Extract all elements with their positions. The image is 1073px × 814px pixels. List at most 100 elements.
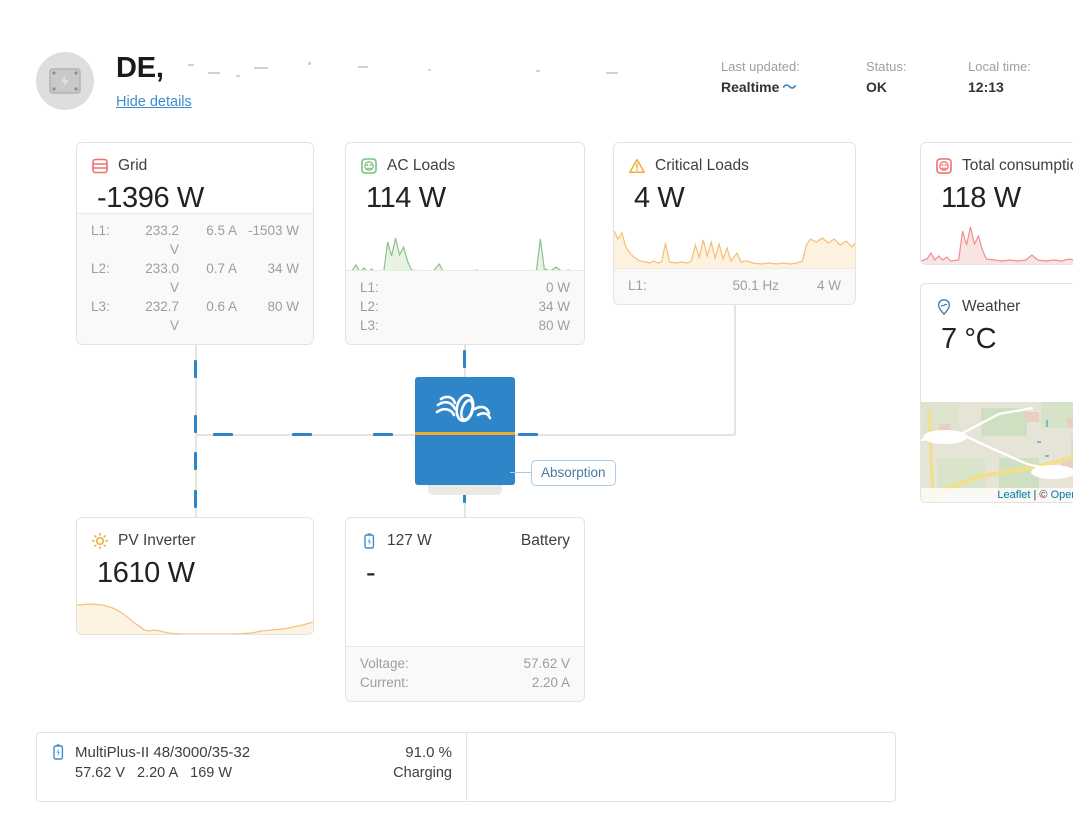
flow-grid-1 [194, 360, 197, 378]
page-header: DE, Hide details Last updated: Realtime 〜… [0, 0, 1073, 130]
card-weather-title: Weather [962, 298, 1021, 315]
avatar [36, 52, 94, 110]
card-critical-loads[interactable]: Critical Loads 4 W L1: 50.1 Hz 4 W [613, 142, 856, 305]
phase-voltage: 233.0 V [145, 261, 179, 295]
table-row: L2: 233.0 V 0.7 A 34 W [91, 259, 299, 297]
flow-bus-4 [518, 433, 538, 436]
hide-details-link[interactable]: Hide details [116, 94, 192, 110]
inverter-base [428, 485, 502, 495]
card-total-consumption[interactable]: Total consumption 118 W [920, 142, 1073, 265]
phase-current: 0.7 A [206, 261, 237, 276]
card-grid[interactable]: Grid -1396 W L1: 233.2 V 6.5 A -1503 W L… [76, 142, 314, 345]
device-soc: 91.0 % [405, 743, 452, 761]
card-battery-power: 127 W [387, 532, 432, 549]
dashboard-root: DE, Hide details Last updated: Realtime 〜… [0, 0, 1073, 814]
weather-pin-icon [935, 298, 953, 316]
table-row: L2: 34 W [360, 297, 570, 316]
flow-bus-2 [292, 433, 312, 436]
table-row: L3: 232.7 V 0.6 A 80 W [91, 297, 299, 335]
card-ac-loads[interactable]: AC Loads 114 W L1: 0 W L2: 34 W L3: 80 W [345, 142, 585, 345]
table-row: Current: 2.20 A [360, 673, 570, 692]
card-weather-value: 7 °C [941, 323, 997, 355]
card-critical-loads-phases: L1: 50.1 Hz 4 W [614, 268, 855, 304]
battery-voltage-value: 57.62 V [523, 656, 570, 671]
card-critical-loads-title: Critical Loads [655, 157, 749, 174]
phase-power: 80 W [267, 299, 299, 314]
card-critical-loads-sparkline [614, 223, 855, 273]
card-weather[interactable]: Weather 7 °C Leaflet | © Ope [920, 283, 1073, 503]
openstreetmap-link[interactable]: OpenStreetM [1051, 489, 1073, 501]
leaflet-link[interactable]: Leaflet [997, 489, 1030, 501]
grid-icon [91, 157, 109, 175]
card-total-consumption-sparkline [921, 225, 1073, 264]
battery-current-value: 2.20 A [531, 675, 570, 690]
device-row-multiplus[interactable]: MultiPlus-II 48/3000/35-32 91.0 % 57.62 … [37, 733, 466, 801]
phase-power: 4 W [816, 278, 841, 293]
flow-pv-1 [194, 452, 197, 470]
phase-label: L2: [360, 299, 379, 314]
device-row-primary: MultiPlus-II 48/3000/35-32 91.0 % [49, 743, 452, 761]
card-ac-loads-title: AC Loads [387, 157, 456, 174]
inverter-device[interactable] [415, 377, 515, 485]
flow-grid-2 [194, 415, 197, 433]
flow-pv-2 [194, 490, 197, 508]
device-status: Charging [393, 765, 452, 781]
phase-power: 34 W [538, 299, 570, 314]
card-battery[interactable]: 127 W Battery - Voltage: 57.62 V Current… [345, 517, 585, 702]
card-battery-value: - [366, 557, 376, 589]
table-row: Voltage: 57.62 V [360, 654, 570, 673]
card-total-consumption-title: Total consumption [962, 157, 1073, 174]
inverter-accent-bar [415, 432, 515, 435]
status-label: Status: [866, 59, 907, 74]
card-ac-loads-header: AC Loads [346, 143, 584, 176]
card-battery-header: 127 W Battery [346, 518, 584, 551]
device-list-panel: MultiPlus-II 48/3000/35-32 91.0 % 57.62 … [36, 732, 896, 802]
card-ac-loads-value: 114 W [366, 182, 446, 214]
phase-power: -1503 W [247, 223, 299, 238]
phase-label: L1: [91, 223, 110, 238]
card-pv-inverter[interactable]: PV Inverter 1610 W [76, 517, 314, 635]
card-grid-value: -1396 W [97, 182, 204, 214]
card-battery-title: Battery [520, 532, 570, 549]
phase-power: 80 W [538, 318, 570, 333]
battery-charging-icon [49, 743, 67, 761]
flow-bus-1 [213, 433, 233, 436]
table-row: L1: 233.2 V 6.5 A -1503 W [91, 221, 299, 259]
card-total-consumption-header: Total consumption [921, 143, 1073, 176]
phase-label: L2: [91, 261, 110, 276]
phase-frequency: 50.1 Hz [732, 278, 779, 293]
phase-voltage: 232.7 V [145, 299, 179, 333]
inverter-state-badge[interactable]: Absorption [531, 460, 616, 486]
last-updated-block: Last updated: Realtime 〜 [721, 58, 800, 98]
card-pv-inverter-value: 1610 W [97, 557, 195, 589]
phase-power: 0 W [545, 280, 570, 295]
flow-acload-1 [463, 350, 466, 368]
page-title: DE, [116, 52, 164, 84]
consumption-socket-icon [935, 157, 953, 175]
sun-icon [91, 532, 109, 550]
device-current: 2.20 A [137, 765, 179, 781]
card-total-consumption-value: 118 W [941, 182, 1021, 214]
status-block: Status: OK [866, 58, 906, 98]
device-voltage: 57.62 V [75, 765, 125, 781]
device-name: MultiPlus-II 48/3000/35-32 [75, 743, 251, 761]
flow-bus-3 [373, 433, 393, 436]
card-grid-title: Grid [118, 157, 148, 174]
victron-logo [433, 389, 497, 434]
last-updated-value: Realtime 〜 [721, 79, 796, 95]
phase-label: L1: [628, 278, 647, 293]
phase-current: 0.6 A [206, 299, 237, 314]
card-battery-details: Voltage: 57.62 V Current: 2.20 A [346, 646, 584, 701]
card-grid-header: Grid [77, 143, 313, 176]
phase-label: L1: [360, 280, 379, 295]
table-row: L1: 0 W [360, 278, 570, 297]
weather-map[interactable]: Leaflet | © OpenStreetM [921, 402, 1073, 502]
table-row: L1: 50.1 Hz 4 W [628, 276, 841, 295]
local-time-value: 12:13 [968, 79, 1004, 95]
title-redaction [178, 58, 658, 84]
table-row: L3: 80 W [360, 316, 570, 335]
phase-label: L3: [360, 318, 379, 333]
card-ac-loads-phases: L1: 0 W L2: 34 W L3: 80 W [346, 270, 584, 344]
card-critical-loads-value: 4 W [634, 182, 685, 214]
battery-current-label: Current: [360, 675, 409, 690]
